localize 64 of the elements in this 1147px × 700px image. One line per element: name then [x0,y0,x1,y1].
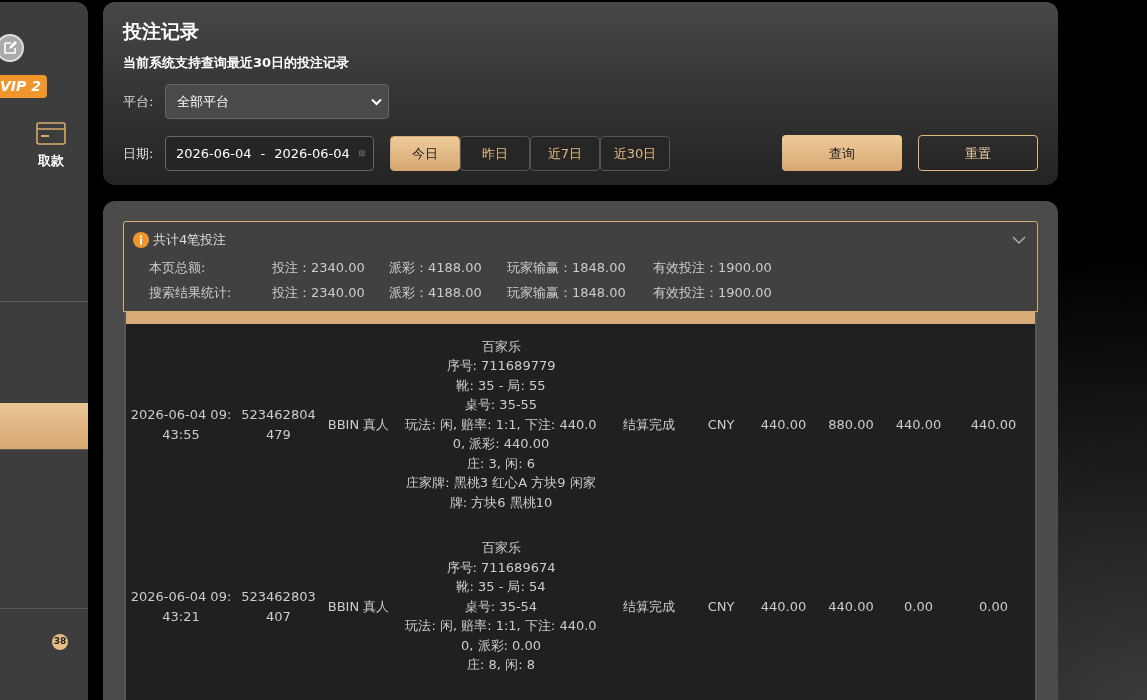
platform-select[interactable]: 全部平台 [165,84,389,120]
table-cell-text: 440.00 [894,415,943,434]
detail-line: 靴: 35 - 局: 55 [455,376,547,395]
table-cell-text: 523462803407 [240,588,317,626]
summary-text: 派彩：4188.00 [389,258,483,277]
detail-line: 玩法: 闲, 赔率: 1:1, 下注: 440.00, 派彩: 0.00 [404,617,598,655]
page-title: 投注记录 [123,20,200,43]
date-range-tab[interactable]: 昨日 [460,135,530,171]
chevron-icon[interactable] [1011,234,1027,247]
summary-text: 有效投注：1900.00 [653,284,773,303]
reset-button[interactable]: 重置 [918,135,1038,172]
table-cell-text: 0.00 [978,597,1009,616]
table-cell-text: 结算完成 [621,597,676,616]
summary-text: 搜索结果统计: [149,284,233,303]
detail-line: 靴: 35 - 局: 54 [455,578,547,597]
table-cell-text: 结算完成 [621,415,676,434]
detail-line: 桌号: 35-54 [463,597,539,616]
vip-badge: VIP 2 [0,75,47,98]
detail-line: 百家乐 [480,539,522,558]
date-range-tab[interactable]: 今日 [390,135,460,171]
table-cell-text: 440.00 [759,415,808,434]
table-cell-text: 440.00 [827,597,875,616]
detail-line: 庄: 8, 闲: 8 [466,656,536,675]
withdraw-label[interactable]: 取款 [38,151,64,171]
detail-line: 桌号: 35-55 [463,396,539,415]
caret-icon [371,97,382,106]
summary-text: 本页总额: [149,258,207,277]
query-button[interactable]: 查询 [782,135,902,172]
table-cell-text: BBIN 真人 [326,597,391,616]
edit-avatar-icon[interactable] [0,34,24,62]
date-range-tab[interactable]: 近30日 [600,135,670,171]
summary-text: 有效投注：1900.00 [653,258,773,277]
detail-line: 百家乐 [480,337,522,356]
field-label: 平台: [123,93,155,112]
page-subtitle: 当前系统支持查询最近30日的投注记录 [123,53,351,72]
sidebar-item[interactable]: 38 [0,607,88,675]
detail-line: 庄家牌: 黑桃3 红心A 方块9 闲家牌: 方块6 黑桃10 [405,474,597,512]
table-cell-text: 440.00 [969,415,1018,434]
count-badge: 38 [52,633,68,650]
detail-line: 庄: 3, 闲: 6 [466,454,536,473]
table-cell-text: 880.00 [827,415,875,434]
sidebar-item[interactable] [0,402,88,449]
summary-text: 玩家输赢：1848.00 [507,258,627,277]
table-cell-text: 0.00 [903,597,934,616]
table-cell-text: BBIN 真人 [326,415,391,434]
detail-line: 序号: 711689779 [445,357,557,376]
table-cell-text: 2026-06-04 09:43:21 [129,588,233,626]
table-cell-text: 2026-06-04 09:43:55 [129,406,233,444]
info-icon [133,232,149,249]
summary-text: 派彩：4188.00 [389,284,483,303]
table-cell-text: CNY [706,597,736,616]
table-cell-text: 523462804479 [240,406,317,444]
table-cell-text: 440.00 [759,597,808,616]
date-range-tab[interactable]: 近7日 [530,135,600,171]
summary-title: 共计4笔投注 [153,231,227,250]
summary-text: 投注：2340.00 [272,284,366,303]
summary-text: 投注：2340.00 [272,258,366,277]
summary-text: 玩家输赢：1848.00 [507,284,627,303]
field-label: 日期: [123,144,155,163]
detail-line: 玩法: 闲, 赔率: 1:1, 下注: 440.00, 派彩: 440.00 [404,415,598,454]
detail-line: 序号: 711689674 [445,558,557,577]
table-cell-text: CNY [706,415,736,434]
date-range-field[interactable]: 2026-06-04 - 2026-06-04 [165,135,374,171]
bank-card-icon[interactable] [36,122,66,145]
